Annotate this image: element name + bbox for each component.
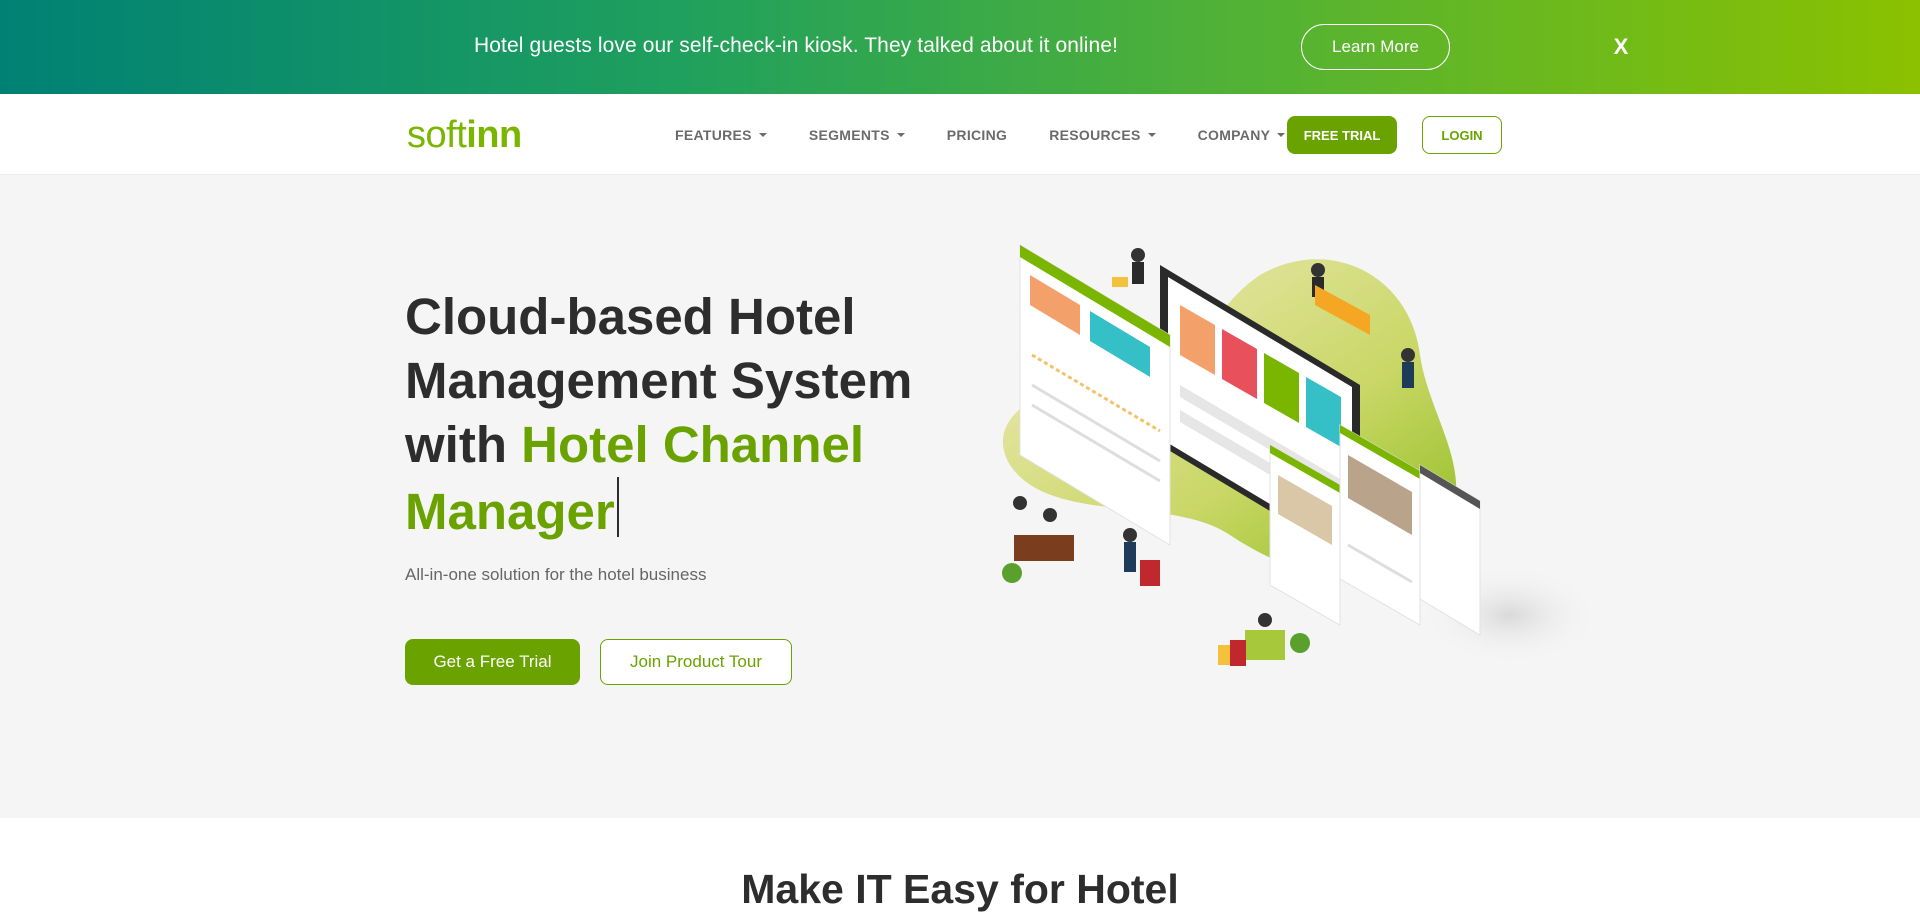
get-free-trial-button[interactable]: Get a Free Trial xyxy=(405,639,580,685)
caret-down-icon xyxy=(896,132,905,137)
hero-section: Cloud-based Hotel Management System with… xyxy=(0,175,1920,818)
main-nav: FEATURES SEGMENTS PRICING RESOURCES COMP… xyxy=(675,94,1327,175)
announcement-bar: Hotel guests love our self-check-in kios… xyxy=(0,0,1920,94)
caret-down-icon xyxy=(1277,132,1286,137)
hotel-software-illustration xyxy=(1002,244,1600,666)
caret-down-icon xyxy=(1147,132,1156,137)
announcement-text: Hotel guests love our self-check-in kios… xyxy=(474,34,1119,57)
hero-title: Cloud-based Hotel Management System with… xyxy=(405,288,913,540)
nav-resources[interactable]: RESOURCES xyxy=(1049,127,1156,143)
close-announcement-button[interactable]: X xyxy=(1609,32,1633,62)
site-header: softinn FEATURES SEGMENTS PRICING RESOUR… xyxy=(0,94,1920,175)
softinn-logo[interactable]: softinn xyxy=(407,114,522,157)
nav-segments[interactable]: SEGMENTS xyxy=(809,127,905,143)
nav-features[interactable]: FEATURES xyxy=(675,127,767,143)
hero-subtitle: All-in-one solution for the hotel busine… xyxy=(405,565,707,584)
nav-pricing[interactable]: PRICING xyxy=(947,127,1007,143)
learn-more-button[interactable]: Learn More xyxy=(1301,24,1450,70)
caret-down-icon xyxy=(758,132,767,137)
typing-cursor xyxy=(616,477,619,537)
features-section: Make IT Easy for Hotel xyxy=(0,818,1920,919)
join-product-tour-button[interactable]: Join Product Tour xyxy=(600,639,792,685)
free-trial-button[interactable]: FREE TRIAL xyxy=(1287,116,1397,154)
login-button[interactable]: LOGIN xyxy=(1422,116,1502,154)
section-title: Make IT Easy for Hotel xyxy=(741,866,1179,912)
nav-company[interactable]: COMPANY xyxy=(1198,127,1286,143)
